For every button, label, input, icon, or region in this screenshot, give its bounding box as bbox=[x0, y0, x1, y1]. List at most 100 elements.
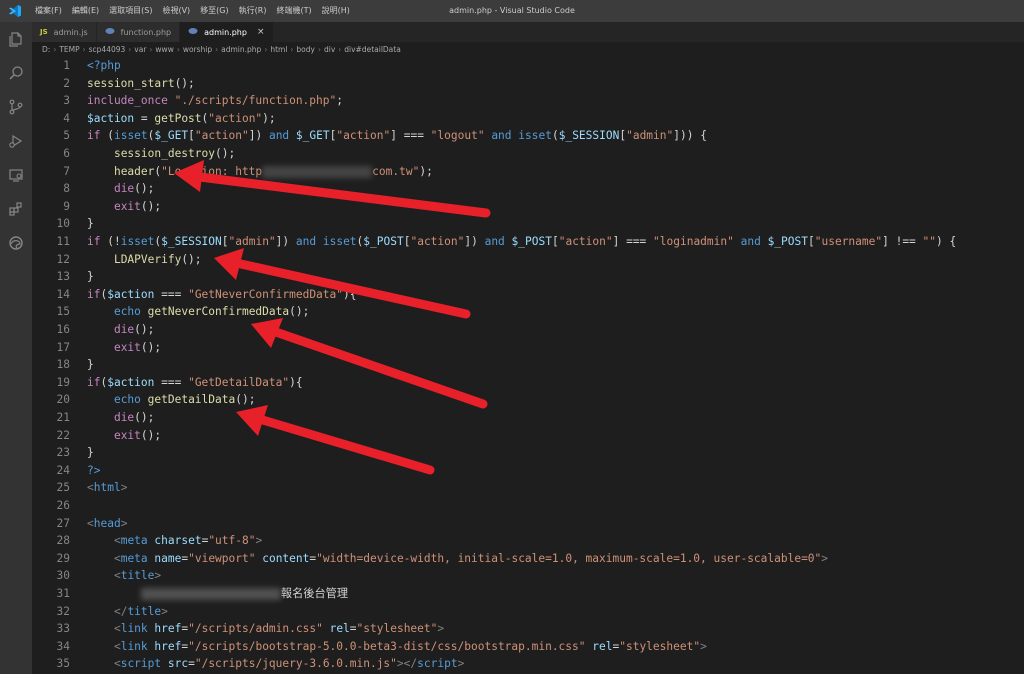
search-icon[interactable] bbox=[0, 56, 32, 90]
line-number: 22 bbox=[56, 428, 70, 442]
code-text: if (!isset($_SESSION["admin"]) and isset… bbox=[87, 233, 956, 251]
code-token: ) { bbox=[936, 235, 957, 248]
close-icon[interactable]: × bbox=[257, 27, 265, 37]
title-bar: 檔案(F) 編輯(E) 選取項目(S) 檢視(V) 移至(G) 執行(R) 終端機(T) 說明… bbox=[0, 0, 1024, 22]
code-text: } bbox=[87, 215, 94, 233]
menu-item[interactable]: 終端機(T) bbox=[271, 0, 316, 22]
code-token: die bbox=[113, 182, 135, 196]
js-file-icon: JS bbox=[40, 28, 48, 36]
code-token: > bbox=[821, 551, 829, 565]
code-token: href bbox=[154, 622, 182, 636]
breadcrumb-item[interactable]: div bbox=[324, 45, 335, 54]
code-token: $action bbox=[87, 111, 135, 125]
code-text: die(); bbox=[87, 180, 154, 198]
code-token: "stylesheet" bbox=[356, 622, 438, 636]
code-text: include_once "./scripts/function.php"; bbox=[87, 92, 343, 110]
menu-item[interactable]: 執行(R) bbox=[234, 0, 272, 22]
line-number: 5 bbox=[63, 129, 70, 143]
chevron-right-icon: › bbox=[82, 44, 86, 54]
tab-admin-php[interactable]: admin.php × bbox=[180, 22, 274, 42]
code-token: "Location: http bbox=[161, 164, 263, 178]
menu-item[interactable]: 移至(G) bbox=[195, 0, 233, 22]
code-token: exit bbox=[113, 428, 141, 442]
menu-item[interactable]: 說明(H) bbox=[317, 0, 355, 22]
line-number: 31 bbox=[56, 587, 70, 600]
breadcrumb-item[interactable]: var bbox=[134, 45, 146, 54]
code-text: exit(); bbox=[87, 198, 161, 216]
menu-item[interactable]: 編輯(E) bbox=[67, 0, 104, 22]
line-number: 34 bbox=[56, 639, 70, 653]
breadcrumb-item[interactable]: www bbox=[155, 45, 173, 54]
line-number: 14 bbox=[56, 287, 70, 301]
code-token: ); bbox=[262, 111, 276, 125]
explorer-icon[interactable] bbox=[0, 22, 32, 56]
tab-admin-js[interactable]: JS admin.js bbox=[32, 22, 97, 42]
chevron-right-icon: › bbox=[290, 44, 294, 54]
extensions-icon[interactable] bbox=[0, 192, 32, 226]
code-line: 7 header("Location: http com.tw"); bbox=[32, 163, 1024, 181]
line-number: 16 bbox=[56, 323, 70, 336]
code-token: "action" bbox=[410, 235, 465, 248]
breadcrumb-item[interactable]: html bbox=[270, 45, 287, 54]
code-text: } bbox=[87, 268, 94, 286]
code-token: < bbox=[113, 551, 121, 565]
edge-devtools-icon[interactable] bbox=[0, 226, 32, 260]
code-token: echo bbox=[113, 305, 141, 319]
breadcrumb-item[interactable]: body bbox=[296, 45, 315, 54]
remote-explorer-icon[interactable] bbox=[0, 158, 32, 192]
breadcrumb-item[interactable]: admin.php bbox=[221, 45, 261, 54]
menu-item[interactable]: 檔案(F) bbox=[30, 0, 67, 22]
code-token: isset bbox=[120, 235, 155, 248]
menu-item[interactable]: 選取項目(S) bbox=[104, 0, 157, 22]
code-text: <title> bbox=[87, 567, 161, 585]
breadcrumb-item[interactable]: D: bbox=[42, 45, 50, 54]
code-token: meta bbox=[120, 551, 148, 565]
breadcrumb-item[interactable]: TEMP bbox=[59, 45, 79, 54]
code-token: link bbox=[120, 622, 148, 636]
code-token: getNeverConfirmedData bbox=[147, 305, 290, 319]
code-line: 22 exit(); bbox=[32, 427, 1024, 445]
line-number: 21 bbox=[56, 411, 70, 424]
code-text: echo getDetailData(); bbox=[87, 391, 255, 409]
code-token: ] === bbox=[390, 129, 431, 143]
code-text: <head> bbox=[87, 515, 127, 533]
code-token: 報名後台管理 bbox=[280, 587, 349, 600]
code-token: (); bbox=[140, 428, 162, 442]
code-token: ){ bbox=[289, 375, 303, 389]
breadcrumb-item[interactable]: worship bbox=[183, 45, 212, 54]
breadcrumb-item[interactable]: div#detailData bbox=[344, 45, 401, 54]
code-token: (); bbox=[134, 182, 155, 196]
code-editor[interactable]: 1 <?php 2 session_start(); 3 include_once "./… bbox=[32, 57, 1024, 674]
php-file-icon bbox=[105, 27, 115, 37]
code-line: 29 <meta name="viewport" content="width=… bbox=[32, 550, 1024, 568]
run-debug-icon[interactable] bbox=[0, 124, 32, 158]
code-token: "width=device-width, initial-scale=1.0, … bbox=[316, 551, 822, 565]
code-token: script bbox=[120, 657, 162, 671]
code-token: [ bbox=[808, 235, 815, 248]
code-token: (); bbox=[134, 411, 155, 424]
code-token: > bbox=[161, 604, 168, 618]
breadcrumb-item[interactable]: scp44093 bbox=[89, 45, 126, 54]
chevron-right-icon: › bbox=[264, 44, 268, 54]
redacted-text bbox=[262, 165, 373, 178]
code-token: ( bbox=[551, 129, 559, 143]
code-text: } bbox=[87, 356, 94, 374]
line-number: 15 bbox=[56, 305, 70, 319]
code-token: (); bbox=[215, 147, 236, 160]
code-token: ( bbox=[100, 129, 114, 143]
code-token: > bbox=[437, 622, 445, 636]
line-number: 10 bbox=[56, 217, 70, 231]
source-control-icon[interactable] bbox=[0, 90, 32, 124]
code-token: ]) bbox=[464, 235, 485, 248]
code-token: === bbox=[154, 375, 189, 389]
tab-function-php[interactable]: function.php bbox=[96, 22, 181, 42]
menu-item[interactable]: 檢視(V) bbox=[157, 0, 195, 22]
